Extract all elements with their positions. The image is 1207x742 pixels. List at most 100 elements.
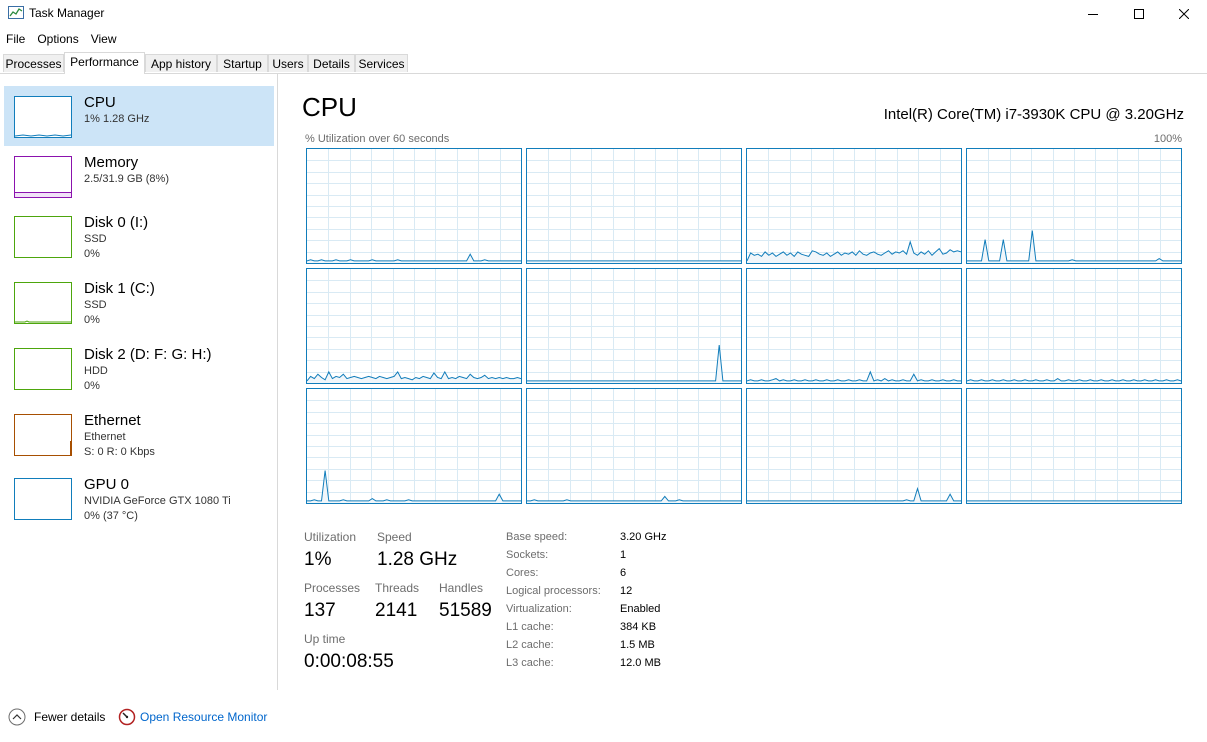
- l1-cache-key: L1 cache:: [506, 621, 554, 633]
- sidebar-item-title: Disk 2 (D: F: G: H:): [84, 346, 212, 363]
- handles-label: Handles: [439, 581, 484, 595]
- maximize-button[interactable]: [1116, 0, 1162, 28]
- sidebar-item-usage: 0%: [84, 248, 100, 260]
- sidebar-item-title: Memory: [84, 154, 139, 171]
- core-graph: [306, 268, 522, 384]
- menu-options[interactable]: Options: [31, 30, 84, 48]
- l1-cache-value: 384 KB: [620, 621, 657, 633]
- close-button[interactable]: [1161, 0, 1207, 28]
- tab-processes[interactable]: Processes: [3, 54, 64, 72]
- tab-details[interactable]: Details: [308, 54, 355, 72]
- tab-performance[interactable]: Performance: [64, 52, 145, 74]
- disk-0-thumbnail-graph: [14, 216, 72, 258]
- core-utilization-chart: [747, 269, 961, 383]
- close-icon: [1179, 9, 1189, 19]
- sidebar-item-adapter: Ethernet: [84, 431, 126, 443]
- cores-value: 6: [620, 567, 627, 579]
- threads-label: Threads: [375, 581, 420, 595]
- graph-caption: % Utilization over 60 seconds: [305, 133, 450, 145]
- graph-max-label: 100%: [1153, 133, 1182, 145]
- cpu-thumbnail-graph: [14, 96, 72, 138]
- speed-label: Speed: [377, 530, 412, 544]
- menu-view[interactable]: View: [85, 30, 123, 48]
- sidebar-item-type: SSD: [84, 299, 107, 311]
- threads-value: 2141: [375, 600, 418, 621]
- processes-label: Processes: [304, 581, 361, 595]
- tab-users[interactable]: Users: [268, 54, 308, 72]
- handles-value: 51589: [439, 600, 492, 621]
- utilization-label: Utilization: [304, 530, 357, 544]
- tab-app-history[interactable]: App history: [145, 54, 217, 72]
- processes-value: 137: [304, 600, 336, 621]
- tab-services[interactable]: Services: [355, 54, 408, 72]
- core-utilization-chart: [967, 149, 1181, 263]
- l2-cache-value: 1.5 MB: [620, 639, 655, 651]
- sidebar-item-throughput: S: 0 R: 0 Kbps: [84, 446, 155, 458]
- virtualization-value: Enabled: [620, 603, 661, 615]
- core-graph: [306, 388, 522, 504]
- logical-processors-value: 12: [620, 585, 633, 597]
- core-graph: [966, 388, 1182, 504]
- sidebar-item-model: NVIDIA GeForce GTX 1080 Ti: [84, 495, 231, 507]
- core-graph: [526, 388, 742, 504]
- uptime-value: 0:00:08:55: [304, 651, 394, 672]
- open-resource-monitor-link[interactable]: Open Resource Monitor: [140, 710, 267, 724]
- sidebar-item-ethernet[interactable]: Ethernet Ethernet S: 0 R: 0 Kbps: [4, 404, 274, 464]
- sidebar-item-disk-1[interactable]: Disk 1 (C:) SSD 0%: [4, 272, 274, 332]
- core-graph: [746, 148, 962, 264]
- sidebar-item-disk-0[interactable]: Disk 0 (I:) SSD 0%: [4, 206, 274, 266]
- disk-1-thumbnail-graph: [14, 282, 72, 324]
- sidebar-item-title: GPU 0: [84, 476, 130, 493]
- minimize-button[interactable]: [1070, 0, 1116, 28]
- sidebar-item-title: Disk 1 (C:): [84, 280, 155, 297]
- core-utilization-chart: [307, 149, 521, 263]
- sidebar-item-gpu-0[interactable]: GPU 0 NVIDIA GeForce GTX 1080 Ti 0% (37 …: [4, 468, 274, 528]
- resource-monitor-icon[interactable]: [118, 708, 136, 726]
- sidebar-item-usage: 0% (37 °C): [84, 510, 138, 522]
- core-utilization-chart: [747, 149, 961, 263]
- utilization-value: 1%: [304, 549, 332, 570]
- virtualization-key: Virtualization:: [506, 603, 572, 615]
- maximize-icon: [1134, 9, 1144, 19]
- core-utilization-chart: [307, 389, 521, 503]
- core-graph: [526, 268, 742, 384]
- core-graph: [526, 148, 742, 264]
- core-utilization-chart: [967, 269, 1181, 383]
- sidebar-item-title: CPU: [84, 94, 116, 111]
- tab-strip: Processes Performance App history Startu…: [0, 52, 1207, 74]
- speed-value: 1.28 GHz: [377, 549, 458, 570]
- title-bar[interactable]: Task Manager: [0, 0, 1207, 28]
- sidebar-item-title: Ethernet: [84, 412, 141, 429]
- core-utilization-chart: [747, 389, 961, 503]
- core-graph: [746, 388, 962, 504]
- core-utilization-chart: [527, 269, 741, 383]
- page-title: CPU: [302, 92, 357, 122]
- core-utilization-chart: [527, 149, 741, 263]
- chevron-up-icon[interactable]: [8, 708, 26, 726]
- sockets-value: 1: [620, 549, 627, 561]
- resource-sidebar: CPU 1% 1.28 GHz Memory 2.5/31.9 GB (8%) …: [0, 74, 278, 690]
- core-utilization-chart: [307, 269, 521, 383]
- menu-file[interactable]: File: [0, 30, 31, 48]
- sidebar-item-cpu[interactable]: CPU 1% 1.28 GHz: [4, 86, 274, 146]
- task-manager-icon: [8, 6, 24, 20]
- sidebar-item-detail: 2.5/31.9 GB (8%): [84, 173, 169, 185]
- core-utilization-chart: [967, 389, 1181, 503]
- l2-cache-key: L2 cache:: [506, 639, 554, 651]
- core-graph: [966, 148, 1182, 264]
- sidebar-item-usage: 0%: [84, 314, 100, 326]
- sidebar-item-detail: 1% 1.28 GHz: [84, 113, 150, 125]
- memory-thumbnail-graph: [14, 156, 72, 198]
- uptime-label: Up time: [304, 632, 346, 646]
- disk-2-thumbnail-graph: [14, 348, 72, 390]
- sockets-key: Sockets:: [506, 549, 549, 561]
- sidebar-item-disk-2[interactable]: Disk 2 (D: F: G: H:) HDD 0%: [4, 338, 274, 398]
- l3-cache-value: 12.0 MB: [620, 657, 661, 669]
- logical-processors-key: Logical processors:: [506, 585, 601, 597]
- tab-startup[interactable]: Startup: [217, 54, 268, 72]
- sidebar-item-memory[interactable]: Memory 2.5/31.9 GB (8%): [4, 146, 274, 206]
- fewer-details-button[interactable]: Fewer details: [34, 710, 105, 724]
- sidebar-item-usage: 0%: [84, 380, 100, 392]
- core-graph: [966, 268, 1182, 384]
- cores-key: Cores:: [506, 567, 539, 579]
